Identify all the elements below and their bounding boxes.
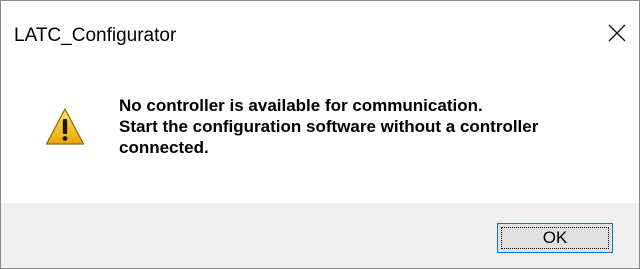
title-bar: LATC_Configurator bbox=[1, 1, 639, 63]
message-text: No controller is available for communica… bbox=[119, 95, 619, 158]
ok-button[interactable]: OK bbox=[497, 223, 613, 253]
dialog-content: No controller is available for communica… bbox=[1, 63, 639, 203]
window-title: LATC_Configurator bbox=[14, 25, 177, 46]
button-bar: OK bbox=[1, 203, 639, 268]
message-line: No controller is available for communica… bbox=[119, 96, 483, 115]
ok-button-label: OK bbox=[542, 228, 568, 247]
close-button[interactable] bbox=[597, 15, 637, 51]
message-dialog: LATC_Configurator No controller is avail… bbox=[0, 0, 640, 269]
warning-icon bbox=[45, 108, 85, 145]
close-icon bbox=[608, 24, 626, 42]
message-line: connected. bbox=[119, 138, 209, 157]
message-line: Start the configuration software without… bbox=[119, 117, 539, 136]
